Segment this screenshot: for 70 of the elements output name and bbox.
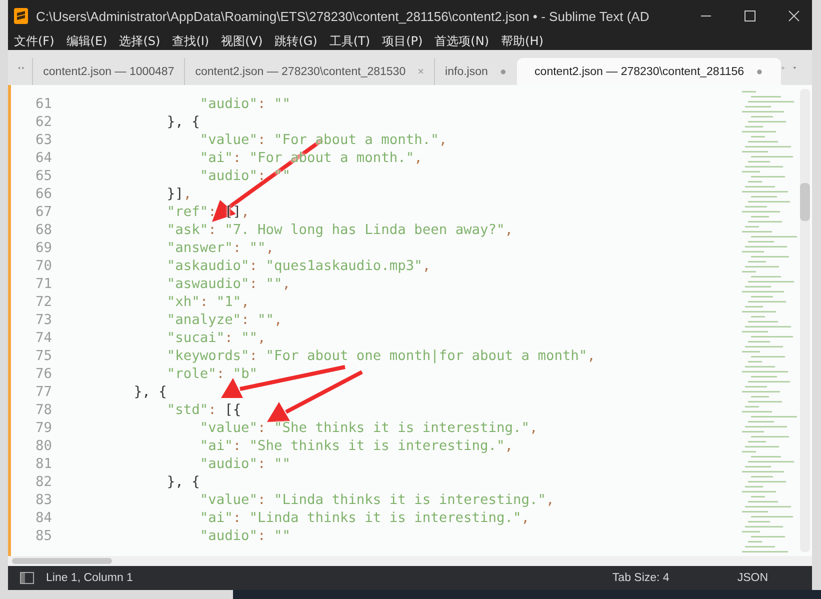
code-line: "answer": "", (166, 240, 274, 256)
line-number: 81 (34, 456, 52, 472)
line-number: 66 (34, 186, 52, 202)
code-line: "value": "She thinks it is interesting.", (198, 420, 538, 436)
code-editor[interactable] (8, 85, 812, 556)
line-number: 65 (34, 168, 52, 184)
horizontal-scrollbar[interactable] (8, 556, 812, 566)
code-line: "value": "Linda thinks it is interesting.", (198, 492, 554, 508)
line-number: 82 (34, 474, 52, 490)
menu-item[interactable]: 视图(V) (221, 32, 263, 50)
line-number: 83 (34, 492, 52, 508)
tab[interactable]: content2.json — 278230\content_281156 ● (516, 58, 781, 85)
code-line: "keywords": "For about one month|for about a month", (166, 348, 596, 364)
code-line: "std": [{ (166, 402, 242, 418)
menu-item[interactable]: 工具(T) (329, 32, 370, 50)
code-line: "audio": "" (198, 456, 291, 472)
maximize-icon[interactable] (744, 10, 756, 22)
app-logo-icon (14, 8, 28, 24)
code-line: "analyze": "", (166, 312, 282, 328)
cursor-position: Line 1, Column 1 (46, 572, 133, 584)
code-line: "ask": "7. How long has Linda been away?", (166, 222, 514, 238)
line-number: 79 (34, 420, 52, 436)
code-line: }, { (166, 474, 200, 490)
line-number: 68 (34, 222, 52, 238)
line-number: 69 (34, 240, 52, 256)
syntax-mode[interactable]: JSON (737, 572, 768, 584)
line-number: 61 (34, 96, 52, 112)
code-line: "xh": "1", (166, 294, 250, 310)
line-number: 80 (34, 438, 52, 454)
tab-size[interactable]: Tab Size: 4 (612, 572, 670, 584)
code-line: "value": "For about a month.", (198, 132, 448, 148)
line-number: 71 (34, 276, 52, 292)
code-line: "audio": "" (198, 168, 291, 184)
line-number: 67 (34, 204, 52, 220)
line-number: 85 (34, 528, 52, 544)
window-title: C:\Users\Administrator\AppData\Roaming\ETS\278230\content_281156\content2.json • - Sublime Text (AD (36, 8, 650, 24)
vertical-scrollbar[interactable] (800, 89, 810, 552)
menu-item[interactable]: 选择(S) (119, 32, 160, 50)
line-number: 75 (34, 348, 52, 364)
menu-item[interactable]: 编辑(E) (66, 32, 108, 50)
line-number: 70 (34, 258, 52, 274)
line-number: 84 (34, 510, 52, 526)
code-line: }], (166, 186, 192, 202)
line-number: 73 (34, 312, 52, 328)
close-icon[interactable] (788, 10, 800, 22)
code-line: "audio": "" (198, 96, 291, 112)
code-line: "askaudio": "ques1askaudio.mp3", (166, 258, 431, 274)
code-line: "ai": "Linda thinks it is interesting.", (198, 510, 530, 526)
menu-item[interactable]: 项目(P) (382, 32, 423, 50)
code-line: "aswaudio": "", (166, 276, 291, 292)
line-number: 78 (34, 402, 52, 418)
sidebar-toggle-icon[interactable] (20, 572, 34, 584)
code-line: }, { (132, 384, 167, 400)
line-number: 76 (34, 366, 52, 382)
line-number: 64 (34, 150, 52, 166)
menu-item[interactable]: 文件(F) (14, 32, 54, 50)
menu-item[interactable]: 跳转(G) (274, 32, 318, 50)
line-number: 77 (34, 384, 52, 400)
line-number: 72 (34, 294, 52, 310)
menu-item[interactable]: 帮助(H) (501, 32, 544, 50)
menu-item[interactable]: 首选项(N) (434, 32, 490, 50)
code-line: "audio": "" (198, 528, 291, 544)
menu-item[interactable]: 查找(I) (172, 32, 210, 50)
code-line: "sucai": "", (166, 330, 266, 346)
code-line: "role": "b" (166, 366, 258, 382)
line-number: 62 (34, 114, 52, 130)
code-line: }, { (166, 114, 200, 130)
line-number: 74 (34, 330, 52, 346)
code-line: "ai": "She thinks it is interesting.", (198, 438, 514, 454)
line-number: 63 (34, 132, 52, 148)
